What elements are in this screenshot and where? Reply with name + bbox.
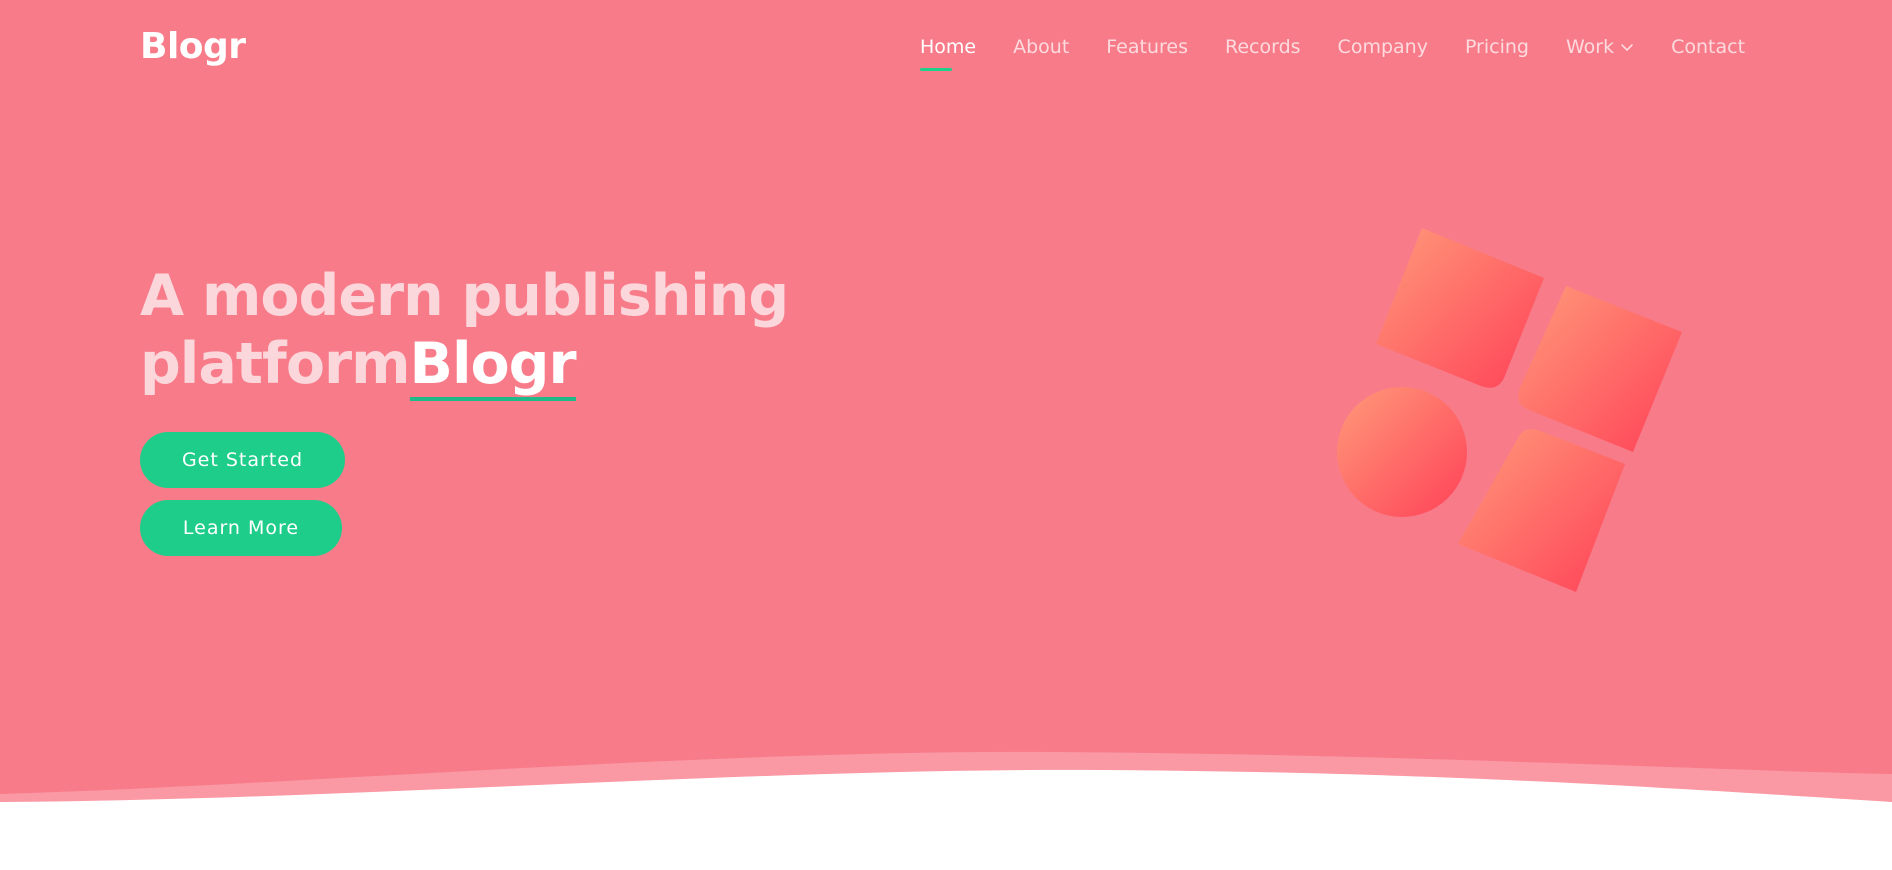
- nav-item-label: Work: [1565, 36, 1615, 58]
- hero-wave-divider: [0, 751, 1892, 870]
- nav-item-label: Company: [1337, 36, 1428, 58]
- nav-item-features[interactable]: Features: [1106, 36, 1188, 58]
- nav-item-label: Records: [1225, 36, 1301, 58]
- headline-line-1: A modern publishing: [140, 263, 789, 329]
- nav-item-label: Contact: [1671, 36, 1746, 58]
- nav-item-contact[interactable]: Contact: [1671, 36, 1745, 58]
- nav-item-label: Pricing: [1464, 36, 1529, 58]
- nav-item-label: Home: [920, 36, 977, 58]
- headline-accent: Blogr: [409, 331, 577, 397]
- shape-circle: [1337, 387, 1467, 517]
- nav-item-pricing[interactable]: Pricing: [1465, 36, 1529, 58]
- nav-item-about[interactable]: About: [1013, 36, 1069, 58]
- chevron-down-icon: [1621, 44, 1633, 51]
- nav-item-label: Features: [1106, 36, 1188, 58]
- main-navigation: Home About Features Records Company Pric…: [920, 36, 1745, 71]
- headline-line-2: platform: [140, 331, 411, 397]
- shape-square-bottom: [1458, 429, 1625, 592]
- shape-square-top-right: [1518, 286, 1682, 452]
- shape-square-top-left: [1376, 228, 1544, 388]
- nav-item-work[interactable]: Work: [1566, 36, 1634, 58]
- nav-item-company[interactable]: Company: [1338, 36, 1428, 58]
- learn-more-button[interactable]: Learn More: [140, 500, 342, 556]
- nav-item-home[interactable]: Home: [920, 36, 977, 71]
- nav-item-label: About: [1013, 36, 1070, 58]
- get-started-button[interactable]: Get Started: [140, 432, 345, 488]
- shapes-illustration: [1337, 228, 1682, 592]
- nav-item-records[interactable]: Records: [1225, 36, 1301, 58]
- brand-logo[interactable]: Blogr: [140, 26, 246, 67]
- hero-headline: A modern publishing platformBlogr: [140, 262, 789, 398]
- hero-section: Blogr Home About Features Records Compan…: [0, 0, 1892, 820]
